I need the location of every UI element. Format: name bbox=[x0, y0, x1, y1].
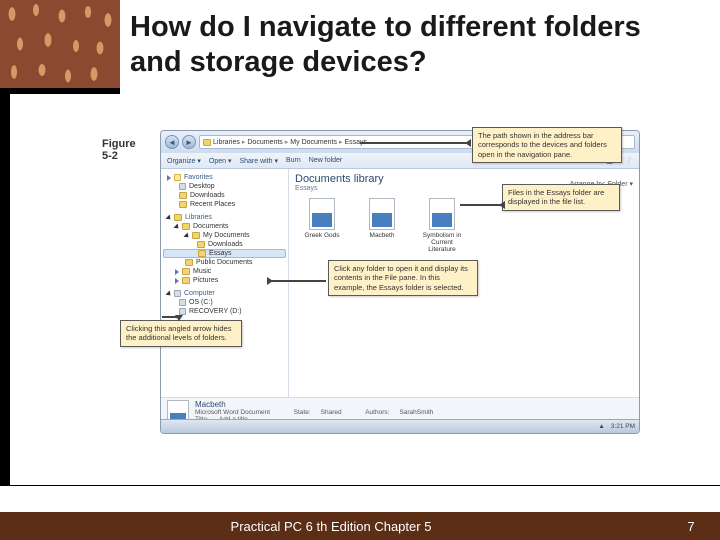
page-number: 7 bbox=[662, 519, 720, 534]
forward-button[interactable]: ► bbox=[182, 135, 196, 149]
computer-header[interactable]: Computer bbox=[163, 289, 286, 298]
nav-mydocuments[interactable]: My Documents bbox=[163, 231, 286, 240]
new-folder-button[interactable]: New folder bbox=[309, 157, 342, 164]
help-icon[interactable]: ❔ bbox=[624, 157, 633, 165]
figure: Figure 5-2 ◄ ► Libraries▸ Documents▸ My … bbox=[160, 130, 640, 434]
decorative-corner bbox=[0, 0, 120, 88]
open-menu[interactable]: Open ▾ bbox=[209, 157, 232, 165]
callout-addressbar: The path shown in the address bar corres… bbox=[472, 127, 622, 163]
nav-sub-essays[interactable]: Essays bbox=[163, 249, 286, 258]
callout-arrow bbox=[360, 142, 470, 144]
callout-arrow bbox=[268, 280, 326, 282]
figure-label: Figure 5-2 bbox=[102, 138, 136, 162]
favorites-header[interactable]: Favorites bbox=[163, 173, 286, 182]
word-doc-icon bbox=[309, 198, 335, 230]
nav-music[interactable]: Music bbox=[163, 267, 286, 276]
word-doc-icon bbox=[369, 198, 395, 230]
under-rule bbox=[10, 88, 120, 94]
libraries-header[interactable]: Libraries bbox=[163, 213, 286, 222]
left-rule bbox=[0, 88, 10, 486]
word-doc-icon bbox=[429, 198, 455, 230]
clock: 3:21 PM bbox=[611, 423, 635, 430]
file-item[interactable]: Greek Gods bbox=[301, 198, 343, 253]
taskbar: ▲ 3:21 PM bbox=[161, 419, 639, 433]
callout-arrowcollapse: Clicking this angled arrow hides the add… bbox=[120, 320, 242, 347]
nav-documents[interactable]: Documents bbox=[163, 222, 286, 231]
burn-button[interactable]: Burn bbox=[286, 157, 301, 164]
slide-footer: Practical PC 6 th Edition Chapter 5 7 bbox=[0, 512, 720, 540]
nav-desktop[interactable]: Desktop bbox=[163, 182, 286, 191]
folder-icon bbox=[203, 139, 211, 146]
nav-drive-c[interactable]: OS (C:) bbox=[163, 298, 286, 307]
callout-filelist: Files in the Essays folder are displayed… bbox=[502, 184, 620, 211]
tray-icon[interactable]: ▲ bbox=[598, 423, 604, 430]
callout-arrow bbox=[460, 204, 504, 206]
back-button[interactable]: ◄ bbox=[165, 135, 179, 149]
nav-recent[interactable]: Recent Places bbox=[163, 200, 286, 209]
slide-title: How do I navigate to different folders a… bbox=[130, 10, 700, 80]
share-menu[interactable]: Share with ▾ bbox=[239, 157, 278, 165]
organize-menu[interactable]: Organize ▾ bbox=[167, 157, 201, 165]
footer-text: Practical PC 6 th Edition Chapter 5 bbox=[0, 519, 662, 534]
footer-spacer bbox=[0, 486, 720, 512]
callout-folder: Click any folder to open it and display … bbox=[328, 260, 478, 296]
nav-sub-public[interactable]: Public Documents bbox=[163, 258, 286, 267]
nav-sub-downloads[interactable]: Downloads bbox=[163, 240, 286, 249]
nav-downloads[interactable]: Downloads bbox=[163, 191, 286, 200]
star-icon bbox=[174, 174, 181, 181]
callout-arrow bbox=[162, 316, 180, 318]
file-item[interactable]: Symbolism in Current Literature bbox=[421, 198, 463, 253]
file-item[interactable]: Macbeth bbox=[361, 198, 403, 253]
